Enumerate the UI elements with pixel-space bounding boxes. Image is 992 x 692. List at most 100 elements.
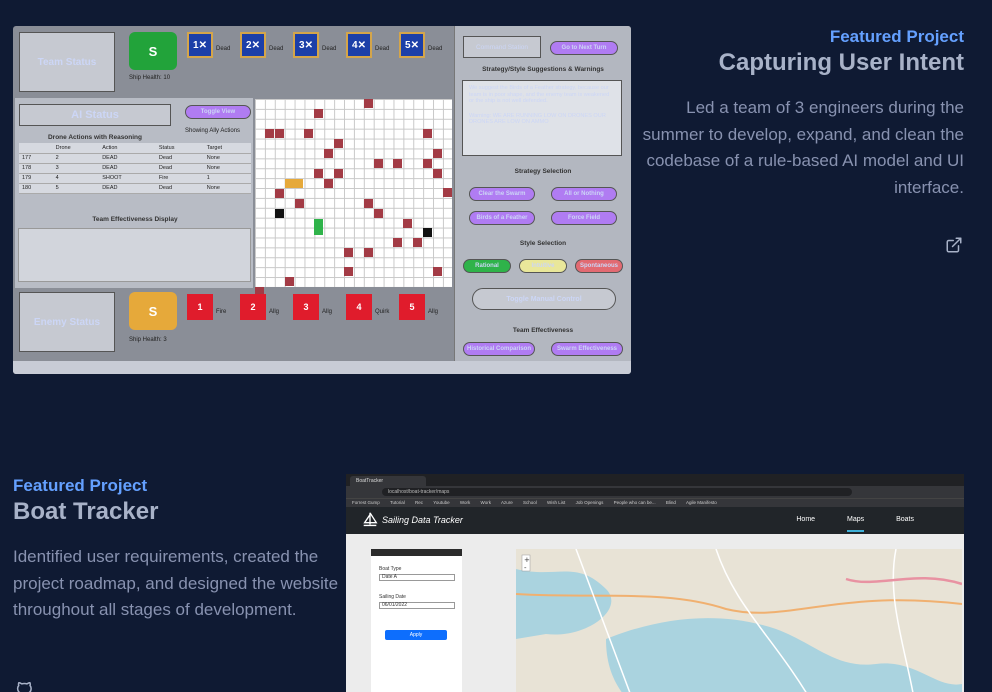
project1-text: Featured Project Capturing User Intent L… [634, 27, 964, 201]
bookmark[interactable]: Job Openings [576, 500, 604, 505]
enemy-status-label: Enemy Status [33, 316, 101, 328]
strategy-all-or-nothing[interactable]: All or Nothing [551, 187, 617, 201]
grid-cell [295, 199, 304, 208]
table-row[interactable]: 180 5 DEAD Dead None [19, 183, 251, 194]
grid-cell [364, 248, 373, 257]
toggle-view-button[interactable]: Toggle View [185, 105, 251, 119]
nav-home[interactable]: Home [796, 516, 815, 523]
apply-button[interactable]: Apply [385, 630, 447, 640]
enemy-drone-status: Allg [428, 309, 439, 315]
table-header: Drone [52, 143, 100, 154]
map-graphic: + - [516, 549, 962, 692]
project1-screenshot[interactable]: Team Status S Ship Health: 10 1 ✕ Dead 2 ✕… [13, 26, 631, 374]
bookmark[interactable]: Forrest Gump [352, 500, 380, 505]
team-drone-label: 4 [352, 39, 358, 51]
sailing-date-input[interactable]: 06/01/2022 [379, 602, 455, 609]
bookmark[interactable]: Rec [415, 500, 423, 505]
bookmark[interactable]: Wish List [547, 500, 565, 505]
enemy-drone-status: Quirk [375, 309, 390, 315]
warning-text: Warning: WE ARE RUNNING LOW ON DRONES OU… [469, 112, 606, 126]
project2-title[interactable]: Boat Tracker [13, 498, 343, 526]
url-input[interactable]: localhost/boat-tracker/maps [382, 488, 852, 496]
style-spontaneous[interactable]: Spontaneous [575, 259, 623, 273]
grid-cell [334, 169, 343, 178]
grid-cell [423, 228, 432, 237]
map-view[interactable]: + - [516, 549, 962, 692]
site-brand[interactable]: Sailing Data Tracker [382, 515, 463, 525]
team-drone-label: 2 [246, 39, 252, 51]
historical-comparison-button[interactable]: Historical Comparison [463, 342, 535, 356]
bookmark[interactable]: Work [460, 500, 470, 505]
grid-cell [314, 219, 323, 235]
enemy-drone-4[interactable]: 4 [346, 294, 372, 320]
swarm-effectiveness-button[interactable]: Swarm Effectiveness [551, 342, 623, 356]
table-row[interactable]: 179 4 SHOOT Fire 1 [19, 173, 251, 184]
team-drone-3[interactable]: 3 ✕ [293, 32, 319, 58]
table-header: Action [99, 143, 156, 154]
enemy-drone-label: 5 [409, 302, 415, 312]
svg-text:+: + [524, 556, 530, 564]
table-header [19, 143, 53, 154]
strategy-clear-swarm[interactable]: Clear the Swarm [469, 187, 535, 201]
team-drone-status: Dead [322, 46, 337, 52]
table-cell: Dead [155, 153, 204, 164]
table-header-row: Drone Action Status Target [19, 143, 251, 154]
project2-description: Identified user requirements, created th… [13, 547, 339, 619]
table-cell: 5 [52, 183, 100, 194]
bookmark[interactable]: Youtube [433, 500, 449, 505]
bookmark[interactable]: School [523, 500, 537, 505]
enemy-drone-2[interactable]: 2 [240, 294, 266, 320]
enemy-drone-3[interactable]: 3 [293, 294, 319, 320]
bookmark[interactable]: Work [481, 500, 491, 505]
drone-actions-title: Drone Actions with Reasoning [47, 134, 142, 141]
table-row[interactable]: 177 2 DEAD Dead None [19, 153, 251, 164]
team-status-label: Team Status [37, 56, 97, 68]
enemy-drone-5[interactable]: 5 [399, 294, 425, 320]
grid-cell [304, 129, 313, 138]
nav-maps[interactable]: Maps [847, 516, 865, 532]
team-drone-4[interactable]: 4 ✕ [346, 32, 372, 58]
boat-type-select[interactable]: Date A [379, 574, 455, 581]
project1-title[interactable]: Capturing User Intent [634, 49, 964, 77]
github-icon[interactable] [15, 682, 33, 692]
table-cell: 179 [19, 173, 53, 184]
browser-tab[interactable]: BoatTracker [350, 476, 426, 486]
next-turn-button[interactable]: Go to Next Turn [550, 41, 618, 55]
team-drone-2[interactable]: 2 ✕ [240, 32, 266, 58]
site-navbar: Sailing Data Tracker Home Maps Boats [346, 507, 964, 534]
bookmarks-bar: Forrest Gump Tutorial Rec Youtube Work W… [346, 498, 964, 507]
project2-overline: Featured Project [13, 476, 148, 495]
bookmark[interactable]: Tutorial [390, 500, 405, 505]
style-intuitive[interactable]: Intuitive [519, 259, 567, 273]
style-rational[interactable]: Rational [463, 259, 511, 273]
enemy-drone-1[interactable]: 1 [187, 294, 213, 320]
enemy-drone-label: 4 [356, 302, 362, 312]
team-effectiveness-display [18, 228, 251, 282]
bookmark[interactable]: Azure [501, 500, 513, 505]
drone-actions-table: Drone Action Status Target 177 2 DEAD Dead N… [19, 143, 251, 194]
site-nav: Home Maps Boats [766, 516, 914, 532]
enemy-drone-label: 1 [197, 302, 203, 312]
team-drone-1[interactable]: 1 ✕ [187, 32, 213, 58]
grid-cell [275, 209, 284, 218]
sailing-date-label: Sailing Date [379, 594, 406, 600]
bookmark[interactable]: People who can be... [614, 500, 656, 505]
project2-screenshot[interactable]: BoatTracker localhost/boat-tracker/maps … [346, 474, 964, 692]
strategy-birds-of-feather[interactable]: Birds of a Feather [469, 211, 535, 225]
bookmark[interactable]: Agile Manifesto [686, 500, 717, 505]
toggle-manual-control-button[interactable]: Toggle Manual Control [472, 288, 616, 310]
grid-cell [423, 129, 432, 138]
enemy-status-box: Enemy Status [19, 292, 115, 352]
strategy-force-field[interactable]: Force Field [551, 211, 617, 225]
team-drone-5[interactable]: 5 ✕ [399, 32, 425, 58]
grid-cell [324, 149, 333, 158]
battle-grid[interactable] [255, 99, 452, 296]
grid-cell [433, 267, 442, 276]
grid-cell [413, 238, 422, 247]
external-link-icon[interactable] [945, 236, 963, 254]
nav-boats[interactable]: Boats [896, 516, 914, 523]
table-row[interactable]: 178 3 DEAD Dead None [19, 163, 251, 174]
table-cell: DEAD [99, 163, 156, 174]
grid-cell [334, 139, 343, 148]
bookmark[interactable]: Blind [666, 500, 676, 505]
